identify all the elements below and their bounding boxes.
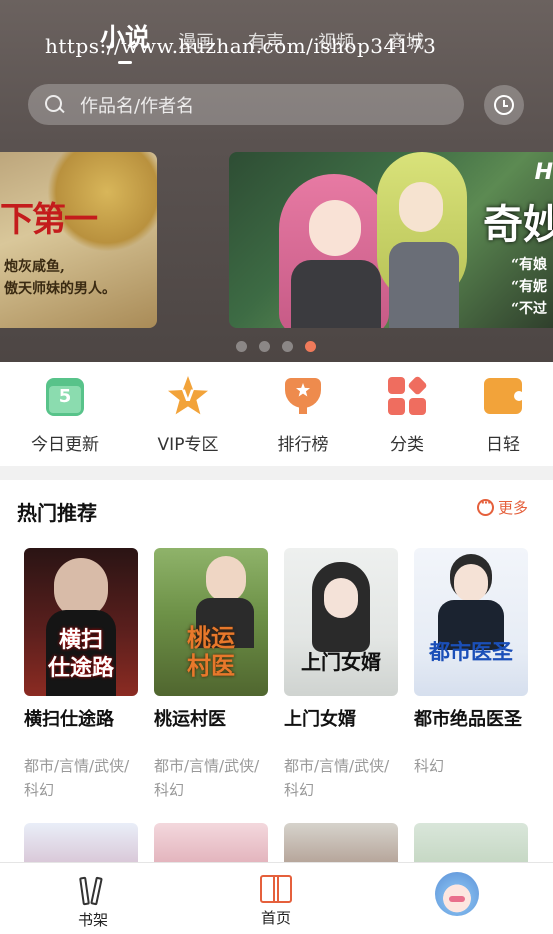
banner-left[interactable]: 下第一 炮灰咸鱼, 傲天师妹的男人。 bbox=[0, 152, 157, 328]
quick-item-light-novel[interactable]: 日轻 bbox=[458, 376, 548, 455]
banner-left-title: 下第一 bbox=[0, 200, 98, 240]
book-cover: 横扫 仕途路 bbox=[24, 548, 138, 696]
carousel-dot-active[interactable] bbox=[305, 341, 316, 352]
more-icon bbox=[477, 496, 494, 516]
nav-bookshelf[interactable]: 书架 bbox=[53, 873, 133, 930]
clock-icon bbox=[494, 95, 514, 115]
vip-star-icon: V bbox=[168, 376, 208, 416]
quick-item-vip[interactable]: V VIP专区 bbox=[143, 376, 233, 455]
bookshelf-icon bbox=[77, 873, 109, 906]
section-divider bbox=[0, 466, 553, 480]
banner-character-body bbox=[291, 260, 381, 328]
nav-home[interactable]: 首页 bbox=[236, 873, 316, 928]
quick-item-ranking[interactable]: 排行榜 bbox=[258, 376, 348, 455]
book-tags: 科幻 bbox=[414, 757, 445, 775]
nav-label: 首页 bbox=[260, 909, 291, 927]
banner-main[interactable]: H 奇妙 “有娘 “有妮 “不过 bbox=[229, 152, 553, 328]
book-cover: 桃运 村医 bbox=[154, 548, 268, 696]
banner-main-badge: H bbox=[534, 160, 553, 185]
book-cover: 上门女婿 bbox=[284, 548, 398, 696]
search-bar[interactable]: 作品名/作者名 bbox=[28, 84, 464, 125]
banner-main-subtitle: “有娘 “有妮 “不过 bbox=[511, 257, 548, 317]
quick-item-label: 今日更新 bbox=[31, 435, 99, 455]
banner-left-subtitle: 炮灰咸鱼, 傲天师妹的男人。 bbox=[4, 259, 116, 297]
book-cover: 都市医圣 bbox=[414, 548, 528, 696]
banner-character-face bbox=[399, 182, 443, 232]
carousel-dot[interactable] bbox=[236, 341, 247, 352]
book-tags: 都市/言情/武侠/科幻 bbox=[154, 757, 260, 799]
book-tags: 都市/言情/武侠/科幻 bbox=[284, 757, 390, 799]
banner-character-body bbox=[389, 242, 459, 328]
nav-label: 书架 bbox=[77, 911, 108, 929]
book-title: 都市绝品医圣 bbox=[414, 709, 522, 730]
section-title: 热门推荐 bbox=[17, 501, 97, 525]
book-cover-partial[interactable] bbox=[414, 823, 528, 863]
book-cover-partial[interactable] bbox=[154, 823, 268, 863]
book-title: 桃运村医 bbox=[154, 709, 226, 730]
quick-menu: 5 今日更新 V VIP专区 排行榜 分类 日轻 bbox=[0, 362, 553, 466]
open-book-icon bbox=[259, 873, 293, 903]
carousel-dot[interactable] bbox=[282, 341, 293, 352]
book-card[interactable]: 都市医圣 都市绝品医圣 科幻 bbox=[414, 548, 532, 778]
book-card[interactable]: 上门女婿 上门女婿 都市/言情/武侠/科幻 bbox=[284, 548, 402, 802]
more-label: 更多 bbox=[498, 499, 529, 517]
carousel-dot[interactable] bbox=[259, 341, 270, 352]
watermark-text: https://www.huzhan.com/ishop34173 bbox=[45, 34, 437, 58]
book-title: 上门女婿 bbox=[284, 709, 356, 730]
book-card[interactable]: 横扫 仕途路 横扫仕途路 都市/言情/武侠/科幻 bbox=[24, 548, 142, 802]
calendar-icon: 5 bbox=[45, 376, 85, 416]
ranking-badge-icon bbox=[283, 376, 323, 416]
book-cover-partial[interactable] bbox=[284, 823, 398, 863]
header: 小说 漫画 有声 视频 商城 https://www.huzhan.com/is… bbox=[0, 0, 553, 362]
quick-item-category[interactable]: 分类 bbox=[362, 375, 452, 455]
carousel-dots bbox=[236, 341, 328, 352]
history-button[interactable] bbox=[484, 85, 524, 125]
quick-item-label: 分类 bbox=[390, 435, 424, 455]
avatar[interactable] bbox=[435, 872, 479, 916]
quick-item-label: VIP专区 bbox=[157, 435, 219, 455]
quick-item-label: 排行榜 bbox=[277, 435, 329, 455]
banner-character-face bbox=[309, 200, 361, 256]
book-card[interactable]: 桃运 村医 桃运村医 都市/言情/武侠/科幻 bbox=[154, 548, 272, 802]
book-title: 横扫仕途路 bbox=[24, 709, 114, 730]
quick-item-label: 日轻 bbox=[486, 435, 520, 455]
search-icon bbox=[44, 94, 66, 116]
banner-main-title: 奇妙 bbox=[483, 201, 553, 248]
book-tags: 都市/言情/武侠/科幻 bbox=[24, 757, 130, 799]
more-button[interactable]: 更多 bbox=[477, 496, 529, 518]
book-cover-partial[interactable] bbox=[24, 823, 138, 863]
quick-item-today-update[interactable]: 5 今日更新 bbox=[20, 376, 110, 455]
search-placeholder: 作品名/作者名 bbox=[80, 95, 195, 117]
category-grid-icon bbox=[387, 375, 428, 416]
light-novel-icon bbox=[483, 376, 524, 416]
